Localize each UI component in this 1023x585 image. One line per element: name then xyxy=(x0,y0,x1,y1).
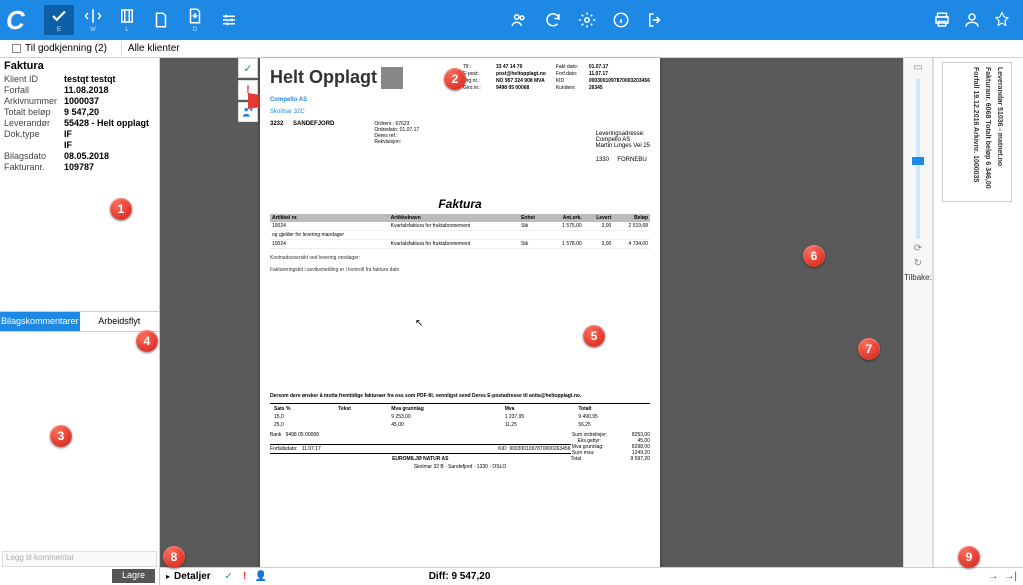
zip: 3232 xyxy=(270,121,283,127)
mini-forward-icon[interactable]: 👤 xyxy=(254,570,268,584)
history-icon[interactable]: ↻ xyxy=(914,258,922,269)
left-tabs: Bilagskommentarer Arbeidsflyt xyxy=(0,311,159,331)
invoice-footer-2: Skolmar 32 B · Sandefjord · 1330 · OSLO xyxy=(270,464,650,470)
invoice-title: Faktura xyxy=(270,197,650,211)
nav-last-icon[interactable]: →| xyxy=(1004,571,1017,582)
expand-icon[interactable]: ▸ xyxy=(166,572,170,581)
badge-2: 2 xyxy=(444,68,466,90)
left-panel: Faktura Klient IDtestqt testqtForfall11.… xyxy=(0,58,160,585)
badge-7: 7 xyxy=(858,338,880,360)
invoice-preview[interactable]: Helt Opplagt Tlf.:33 47 14 70E-post:post… xyxy=(260,58,660,578)
zoom-thumb[interactable] xyxy=(912,157,924,165)
bank-label: Bank xyxy=(270,432,281,438)
queue-tab-label: Til godkjenning (2) xyxy=(25,43,107,54)
exit-icon[interactable] xyxy=(640,5,670,35)
key-hint: L xyxy=(125,27,128,33)
mini-reject-icon[interactable]: ! xyxy=(238,570,252,584)
puzzle-icon xyxy=(381,67,403,89)
thumbnail-panel: Leverandør 51036 - matnet.no Fakturanr. … xyxy=(933,58,1023,585)
key-hint: W xyxy=(90,27,96,33)
key-hint: D xyxy=(193,27,197,33)
settings-sliders-button[interactable] xyxy=(214,5,244,35)
company-street: Skolmar 32C xyxy=(270,109,650,115)
company-name: Compello AS xyxy=(270,97,650,103)
meta-title: Faktura xyxy=(4,60,155,72)
delivery-city: FORNEBU xyxy=(617,157,646,163)
thumb-line-1: Leverandør 51036 - matnet.no xyxy=(996,67,1003,202)
doc-approve-button[interactable]: ✓ xyxy=(238,58,258,78)
sub-header: Til godkjenning (2) Alle klienter xyxy=(0,40,1023,58)
kid-label: KID xyxy=(498,446,506,452)
gear-icon[interactable] xyxy=(572,5,602,35)
related-invoice-thumbnail[interactable]: Leverandør 51036 - matnet.no Fakturanr. … xyxy=(942,62,1012,202)
badge-6: 6 xyxy=(803,245,825,267)
mouse-cursor: ↖ xyxy=(415,318,423,329)
thumb-line-2: Fakturanr. 6068 Totalt beløp 6 346,00 xyxy=(984,67,991,202)
due-label: Forfallsdato: xyxy=(270,446,298,452)
details-label[interactable]: Detaljer xyxy=(174,571,211,582)
invoice-logo: Helt Opplagt xyxy=(270,64,403,91)
refresh-icon[interactable] xyxy=(538,5,568,35)
city: SANDEFJORD xyxy=(293,121,334,127)
info-icon[interactable] xyxy=(606,5,636,35)
zoom-slider-strip: ▭ ⟳ ↻ Tilbake: xyxy=(903,58,933,585)
user-icon[interactable] xyxy=(959,5,985,35)
bank-value: 9498 05 00068 xyxy=(286,432,319,438)
invoice-note-1: Kostnadsoversikt ved levering onsdager: xyxy=(270,255,650,261)
invoice-note-2: Faktureringstid i avviksmelding er i kon… xyxy=(270,267,650,273)
brand-logo: C xyxy=(6,5,42,36)
comment-area xyxy=(0,331,159,549)
clients-tab[interactable]: Alle klienter xyxy=(128,43,180,54)
badge-8: 8 xyxy=(163,546,185,568)
line-items-table: Artikkel nr.ArtikkelnavnEnhetAnt.ork.Lev… xyxy=(270,214,650,249)
comment-input[interactable]: Legg til kommentar xyxy=(2,551,157,567)
mini-approve-icon[interactable]: ✓ xyxy=(222,570,236,584)
back-label: Tilbake: xyxy=(904,273,932,282)
zoom-top-icon[interactable]: ▭ xyxy=(913,62,922,73)
thumb-line-3: Forfall 19.12.2016 Arkivnr. 1000035 xyxy=(972,67,979,202)
main: Faktura Klient IDtestqt testqtForfall11.… xyxy=(0,58,1023,585)
due-value: 11.07.17 xyxy=(302,446,321,452)
print-icon[interactable] xyxy=(929,5,955,35)
pin-icon[interactable] xyxy=(989,5,1015,35)
topbar: C E W L D xyxy=(0,0,1023,40)
kid-value: 9003001097870000263456 xyxy=(509,446,570,452)
approve-button[interactable]: E xyxy=(44,5,74,35)
archive-button[interactable]: L xyxy=(112,5,142,35)
diff-label: Diff: 9 547,20 xyxy=(429,571,491,582)
pdf-note: Dersom dere ønsker å motta fremtidige fa… xyxy=(270,393,650,399)
nav-next-icon[interactable]: → xyxy=(988,571,998,582)
save-button[interactable]: Lagre xyxy=(112,569,155,583)
invoice-meta: Faktura Klient IDtestqt testqtForfall11.… xyxy=(0,58,159,175)
zoom-track[interactable] xyxy=(916,79,920,239)
badge-5: 5 xyxy=(583,325,605,347)
rotate-icon[interactable]: ⟳ xyxy=(914,243,922,254)
badge-3: 3 xyxy=(50,425,72,447)
checkbox-icon xyxy=(12,44,21,53)
split-button[interactable]: W xyxy=(78,5,108,35)
badge-4: 4 xyxy=(136,330,158,352)
delivery-street: Martin Linges Vei 25 xyxy=(596,143,650,149)
document-area: ↖ ✓ ! Helt Opplagt xyxy=(160,58,1023,585)
document-button[interactable] xyxy=(146,5,176,35)
tab-workflow[interactable]: Arbeidsflyt xyxy=(80,312,160,331)
queue-tab[interactable]: Til godkjenning (2) xyxy=(4,42,115,55)
badge-1: 1 xyxy=(110,198,132,220)
bottom-bar: ▸ Detaljer ✓ ! 👤 Diff: 9 547,20 → →| xyxy=(160,567,1023,585)
key-hint: E xyxy=(57,27,61,33)
tab-comments[interactable]: Bilagskommentarer xyxy=(0,312,80,331)
summary-table: Sats %TekstMva grunnlagMvaTotalt 15,09 2… xyxy=(270,403,650,430)
badge-9: 9 xyxy=(958,546,980,568)
people-icon[interactable] xyxy=(504,5,534,35)
export-button[interactable]: D xyxy=(180,5,210,35)
delivery-zip: 1330 xyxy=(596,157,609,163)
